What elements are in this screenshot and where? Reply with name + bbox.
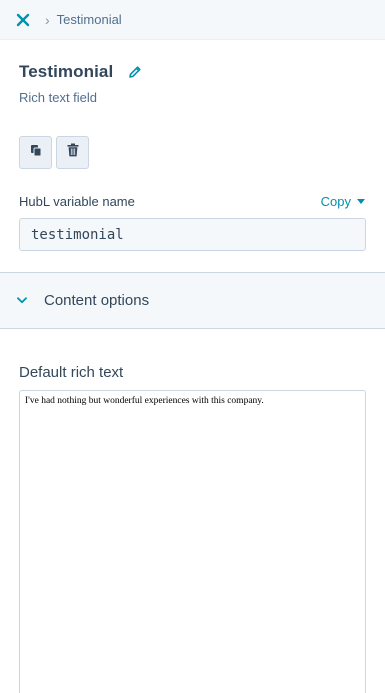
content-options-label: Content options: [44, 292, 150, 309]
hubl-variable-label: HubL variable name: [19, 194, 135, 209]
page-title: Testimonial: [19, 62, 114, 81]
breadcrumb-bar: › Testimonial: [0, 0, 385, 40]
hubl-variable-field[interactable]: testimonial: [19, 218, 366, 251]
copy-label: Copy: [320, 194, 351, 209]
chevron-down-icon: [17, 296, 27, 306]
default-rich-text-label: Default rich text: [19, 364, 124, 381]
rich-text-editor[interactable]: I've had nothing but wonderful experienc…: [19, 390, 366, 693]
content-options-toggle[interactable]: Content options: [0, 272, 385, 329]
rich-text-content: I've had nothing but wonderful experienc…: [25, 396, 264, 406]
copy-dropdown[interactable]: Copy: [321, 194, 365, 209]
clone-button[interactable]: [19, 136, 52, 169]
field-type-subtitle: Rich text field: [19, 90, 98, 105]
hubl-label-row: HubL variable name Copy: [0, 169, 385, 209]
trash-icon: [67, 143, 79, 162]
breadcrumb-current: Testimonial: [56, 12, 122, 27]
field-actions: [0, 105, 385, 169]
clone-icon: [30, 144, 42, 162]
delete-button[interactable]: [56, 136, 89, 169]
close-icon[interactable]: [14, 11, 32, 29]
field-header: Testimonial Rich text field: [0, 40, 385, 105]
breadcrumb-separator: ›: [45, 11, 50, 28]
pencil-icon[interactable]: [128, 64, 144, 80]
caret-down-icon: [357, 199, 365, 204]
